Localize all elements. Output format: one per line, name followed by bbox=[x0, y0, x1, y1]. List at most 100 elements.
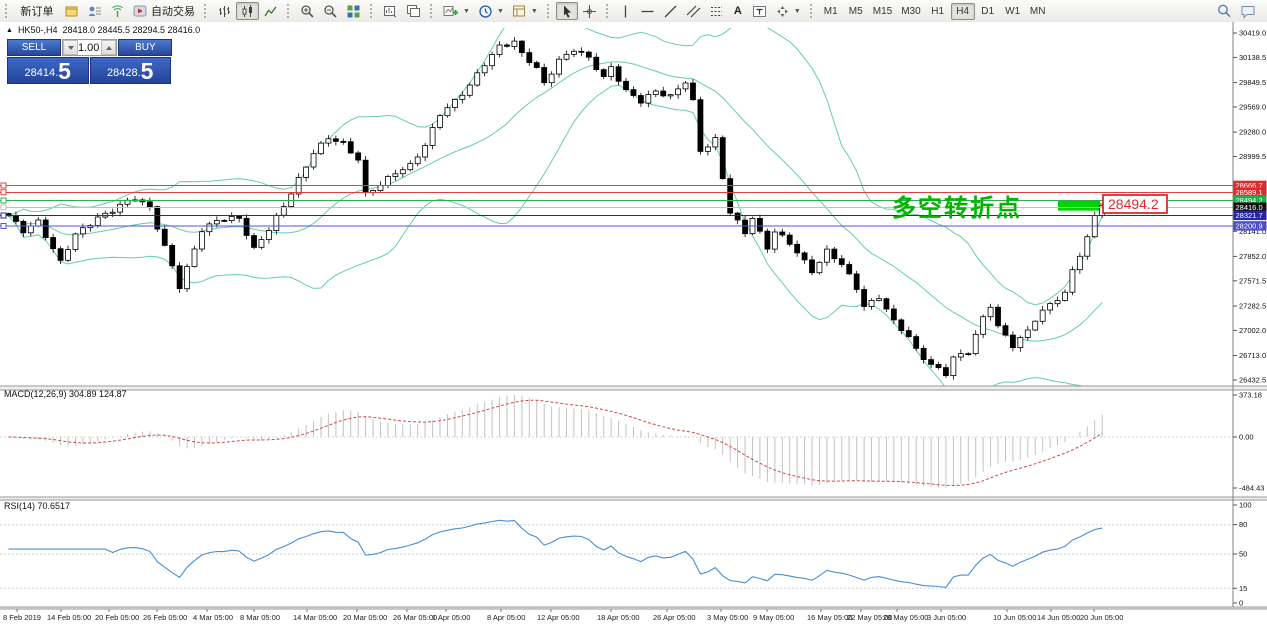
zoom-in-button[interactable] bbox=[296, 2, 319, 20]
toolbar-grip bbox=[370, 4, 375, 18]
arrows-button[interactable]: ▼ bbox=[771, 2, 805, 20]
svg-text:8 Mar 05:00: 8 Mar 05:00 bbox=[240, 613, 280, 622]
toolbar-grip bbox=[810, 4, 815, 18]
toolbar-grip bbox=[287, 4, 292, 18]
new-chart-button[interactable] bbox=[379, 2, 402, 20]
chart-header: ▲ HK50-,H4 28418.0 28445.5 28294.5 28416… bbox=[6, 25, 200, 35]
timeframe-m5[interactable]: M5 bbox=[844, 3, 868, 20]
indicators-button[interactable]: ▼ bbox=[439, 2, 474, 20]
svg-text:28321.7: 28321.7 bbox=[1236, 211, 1263, 220]
templates-button[interactable]: ▼ bbox=[508, 2, 542, 20]
svg-text:29569.0: 29569.0 bbox=[1239, 103, 1266, 112]
ohlc-quote-label: 28418.0 28445.5 28294.5 28416.0 bbox=[62, 25, 200, 35]
data-window-icon[interactable] bbox=[83, 2, 106, 20]
timeframe-w1[interactable]: W1 bbox=[1001, 3, 1025, 20]
svg-text:8 Feb 2019: 8 Feb 2019 bbox=[3, 613, 41, 622]
profiles-button[interactable] bbox=[402, 2, 425, 20]
toolbar-grip bbox=[606, 4, 611, 18]
sell-price[interactable]: 28414.5 bbox=[7, 57, 89, 84]
periods-button[interactable]: ▼ bbox=[474, 2, 508, 20]
navigator-icon[interactable] bbox=[106, 2, 129, 20]
svg-text:3 May 05:00: 3 May 05:00 bbox=[707, 613, 748, 622]
volume-control: 1.00 bbox=[62, 39, 117, 56]
svg-text:373.18: 373.18 bbox=[1239, 391, 1262, 400]
trendline-button[interactable] bbox=[659, 2, 682, 20]
text-button[interactable]: A bbox=[728, 2, 748, 20]
svg-text:29280.0: 29280.0 bbox=[1239, 128, 1266, 137]
arrow-up-icon bbox=[106, 46, 112, 50]
collapse-icon[interactable]: ▲ bbox=[6, 27, 13, 34]
timeframe-h1[interactable]: H1 bbox=[926, 3, 950, 20]
feedback-icon[interactable] bbox=[1236, 2, 1261, 20]
svg-text:27571.5: 27571.5 bbox=[1239, 276, 1266, 285]
text-label-button[interactable] bbox=[748, 2, 771, 20]
horizontal-line-button[interactable] bbox=[636, 2, 659, 20]
toolbar-grip bbox=[5, 4, 10, 18]
svg-text:16 May 05:00: 16 May 05:00 bbox=[807, 613, 852, 622]
svg-text:26 Mar 05:00: 26 Mar 05:00 bbox=[393, 613, 437, 622]
timeframe-m15[interactable]: M15 bbox=[869, 3, 896, 20]
svg-text:18 Apr 05:00: 18 Apr 05:00 bbox=[597, 613, 640, 622]
volume-increase-button[interactable] bbox=[101, 40, 116, 55]
svg-text:30419.0: 30419.0 bbox=[1239, 29, 1266, 38]
timeframe-m30[interactable]: M30 bbox=[897, 3, 924, 20]
svg-text:8 Apr 05:00: 8 Apr 05:00 bbox=[487, 613, 525, 622]
chart-canvas[interactable]: 多空转折点 28494.2 30419.0 30138.5 29849.5 29569.0… bbox=[0, 22, 1267, 625]
search-icon[interactable] bbox=[1212, 2, 1236, 20]
svg-text:0.00: 0.00 bbox=[1239, 433, 1254, 442]
bar-chart-button[interactable] bbox=[213, 2, 236, 20]
timeframe-d1[interactable]: D1 bbox=[976, 3, 1000, 20]
toolbar-grip bbox=[204, 4, 209, 18]
zoom-out-button[interactable] bbox=[319, 2, 342, 20]
svg-text:26432.5: 26432.5 bbox=[1239, 376, 1266, 385]
chevron-down-icon: ▼ bbox=[794, 8, 801, 15]
sell-button[interactable]: SELL bbox=[7, 39, 61, 56]
candlestick-button[interactable] bbox=[236, 2, 259, 20]
chevron-down-icon: ▼ bbox=[531, 8, 538, 15]
svg-text:50: 50 bbox=[1239, 550, 1247, 559]
svg-text:28 May 05:00: 28 May 05:00 bbox=[883, 613, 928, 622]
auto-trading-label: 自动交易 bbox=[151, 3, 195, 19]
cursor-button[interactable] bbox=[556, 2, 578, 20]
volume-input[interactable]: 1.00 bbox=[78, 40, 101, 55]
svg-text:100: 100 bbox=[1239, 501, 1252, 510]
svg-text:28999.5: 28999.5 bbox=[1239, 152, 1266, 161]
svg-text:20 Jun 05:00: 20 Jun 05:00 bbox=[1080, 613, 1123, 622]
chevron-down-icon: ▼ bbox=[497, 8, 504, 15]
svg-text:30138.5: 30138.5 bbox=[1239, 53, 1266, 62]
svg-text:4 Mar 05:00: 4 Mar 05:00 bbox=[193, 613, 233, 622]
annotation-text: 多空转折点 bbox=[892, 194, 1022, 222]
market-watch-icon[interactable] bbox=[60, 2, 83, 20]
line-chart-button[interactable] bbox=[259, 2, 282, 20]
tile-windows-button[interactable] bbox=[342, 2, 365, 20]
new-order-button[interactable]: 新订单 bbox=[14, 2, 60, 20]
svg-text:1 Apr 05:00: 1 Apr 05:00 bbox=[432, 613, 470, 622]
toolbar: 新订单 自动交易 bbox=[0, 0, 1267, 23]
svg-text:26 Apr 05:00: 26 Apr 05:00 bbox=[653, 613, 696, 622]
svg-text:10 Jun 05:00: 10 Jun 05:00 bbox=[993, 613, 1036, 622]
timeframe-mn[interactable]: MN bbox=[1026, 3, 1050, 20]
rsi-label: RSI(14) 70.6517 bbox=[4, 501, 70, 511]
one-click-trading-panel: SELL 1.00 BUY 28414.5 28428.5 bbox=[7, 39, 171, 84]
crosshair-button[interactable] bbox=[578, 2, 601, 20]
svg-text:0: 0 bbox=[1239, 599, 1243, 608]
buy-button[interactable]: BUY bbox=[118, 39, 172, 56]
svg-text:3 Jun 05:00: 3 Jun 05:00 bbox=[927, 613, 966, 622]
svg-text:14 Mar 05:00: 14 Mar 05:00 bbox=[293, 613, 337, 622]
symbol-period-label: HK50-,H4 bbox=[18, 25, 58, 35]
svg-text:12 Apr 05:00: 12 Apr 05:00 bbox=[537, 613, 580, 622]
fibonacci-button[interactable] bbox=[705, 2, 728, 20]
toolbar-grip bbox=[547, 4, 552, 18]
svg-text:20 Mar 05:00: 20 Mar 05:00 bbox=[343, 613, 387, 622]
auto-trading-button[interactable]: 自动交易 bbox=[129, 2, 199, 20]
equidistant-channel-button[interactable] bbox=[682, 2, 705, 20]
svg-text:29849.5: 29849.5 bbox=[1239, 78, 1266, 87]
vertical-line-button[interactable] bbox=[615, 2, 636, 20]
buy-price[interactable]: 28428.5 bbox=[90, 57, 172, 84]
timeframe-group: M1M5M15M30H1H4D1W1MN bbox=[819, 3, 1050, 20]
price-tag-text: 28494.2 bbox=[1108, 196, 1159, 212]
svg-text:27002.0: 27002.0 bbox=[1239, 326, 1266, 335]
volume-decrease-button[interactable] bbox=[63, 40, 78, 55]
timeframe-h4[interactable]: H4 bbox=[951, 3, 975, 20]
timeframe-m1[interactable]: M1 bbox=[819, 3, 843, 20]
